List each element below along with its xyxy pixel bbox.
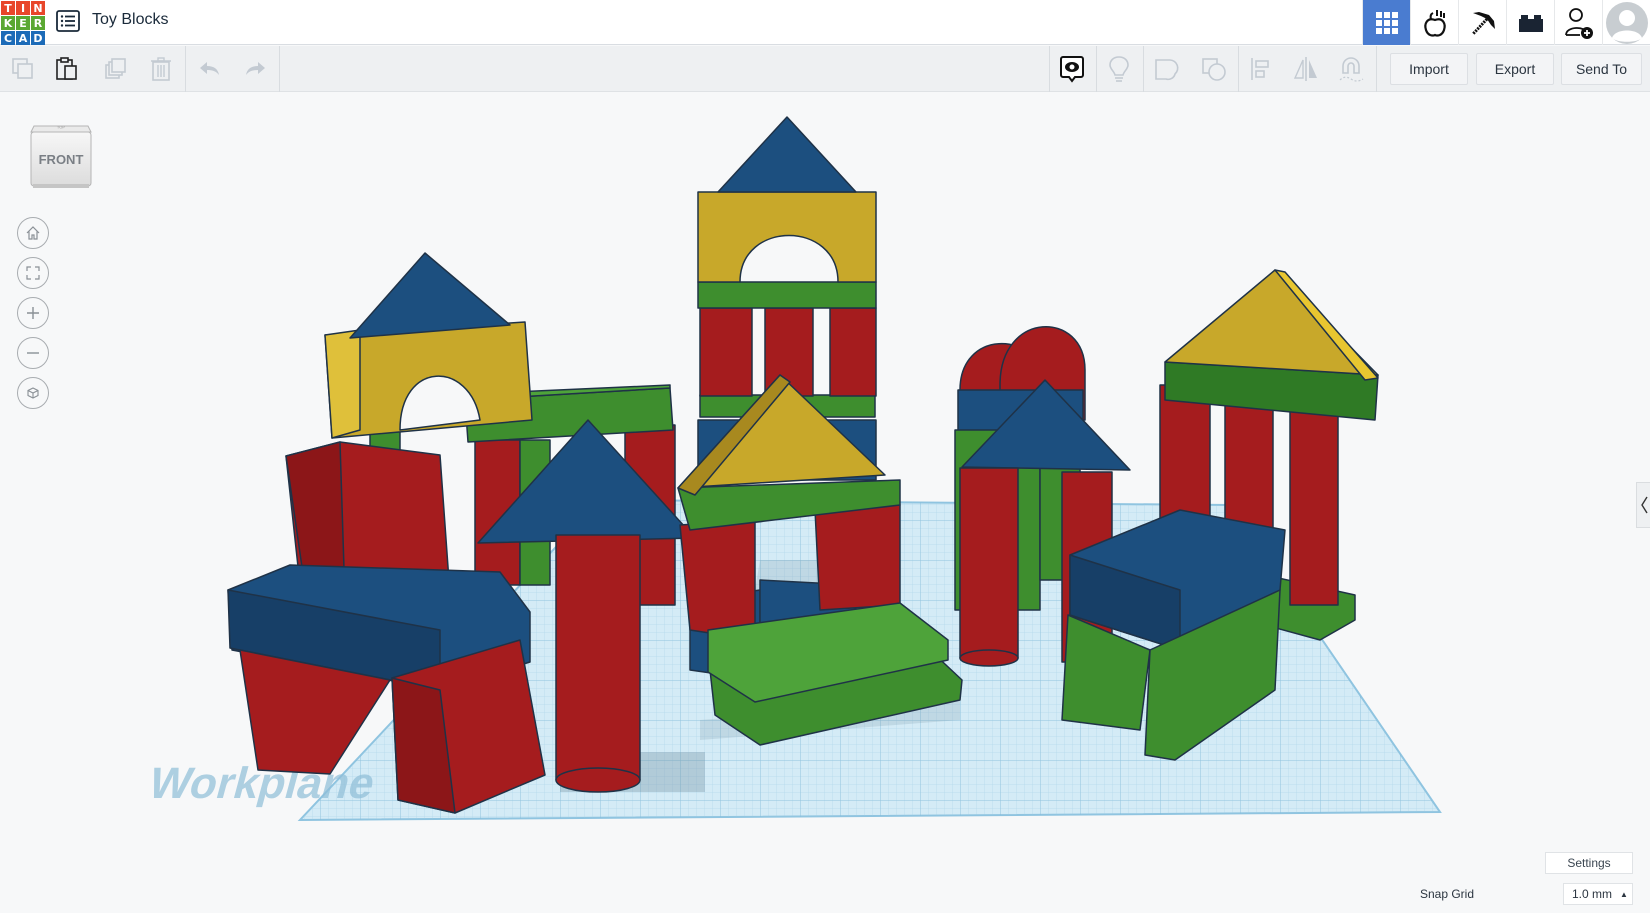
title-bar: TIN KER CAD Toy Blocks [0,0,1650,45]
codeblocks-view-button[interactable] [1410,0,1458,45]
duplicate-button[interactable] [100,53,132,85]
logo-letter: T [1,1,15,15]
logo-letter: A [16,31,30,45]
document-title[interactable]: Toy Blocks [92,11,168,29]
align-icon [1251,58,1269,80]
3d-viewport[interactable]: Workplane TOP FRONT Settings Snap Grid 1… [0,92,1650,913]
paste-button[interactable] [51,53,83,85]
brick-icon [1518,14,1543,32]
redo-icon [246,62,265,75]
group-icon [1155,59,1179,81]
logo-letter: R [31,16,45,30]
3d-design-view-button[interactable] [1362,0,1410,45]
invite-user-button[interactable] [1554,0,1602,45]
scene-canvas[interactable]: Workplane [0,92,1650,913]
caret-up-icon: ▲ [1620,889,1628,899]
view-cube-top-label: TOP [57,125,65,130]
view-switcher [1362,0,1650,45]
logo-letter: K [1,16,15,30]
avatar-icon [1605,1,1648,44]
ortho-view-icon [27,387,39,399]
show-all-button[interactable] [1056,53,1088,85]
undo-button[interactable] [194,53,226,85]
send-to-button[interactable]: Send To [1561,53,1642,85]
snap-grid-value: 1.0 mm [1572,887,1613,901]
view-cube[interactable]: TOP FRONT [30,122,92,190]
import-button[interactable]: Import [1390,53,1468,85]
minecraft-view-button[interactable] [1458,0,1506,45]
snap-grid-select[interactable]: 1.0 mm ▲ [1563,883,1633,905]
mirror-icon [1293,57,1317,81]
undo-icon [200,62,219,75]
copy-button[interactable] [7,53,39,85]
redo-button[interactable] [239,53,271,85]
ortho-view-button[interactable] [17,377,49,409]
zoom-in-button[interactable] [17,297,49,329]
settings-button[interactable]: Settings [1545,852,1633,874]
show-all-icon [1060,56,1084,83]
group-button[interactable] [1151,53,1183,85]
delete-icon [151,57,171,81]
collapse-panel-button[interactable] [1636,482,1650,528]
home-icon [26,226,40,240]
logo-letter: C [1,31,15,45]
view-cube-front-label: FRONT [39,152,84,167]
align-button[interactable] [1245,53,1277,85]
copy-icon [12,58,33,79]
edit-toolbar: Import Export Send To [0,46,1650,92]
zoom-in-icon [27,307,39,319]
logo-letter: I [16,1,30,15]
user-avatar[interactable] [1602,0,1650,45]
add-user-icon [1564,7,1593,39]
grid-icon [1375,11,1398,34]
ungroup-icon [1202,58,1226,81]
duplicate-icon [105,58,126,79]
notes-button[interactable] [1103,53,1135,85]
tinkercad-logo[interactable]: TIN KER CAD [0,0,45,45]
cruise-snap-button[interactable] [1335,53,1367,85]
view-cube-shape: TOP FRONT [30,125,92,188]
lego-bricks-view-button[interactable] [1506,0,1554,45]
lightbulb-icon [1109,56,1129,82]
fit-view-icon [26,266,40,280]
chevron-left-icon [1640,496,1648,514]
logo-letter: N [31,1,45,15]
export-button[interactable]: Export [1476,53,1554,85]
paste-icon [56,57,77,80]
delete-button[interactable] [145,53,177,85]
apple-hand-icon [1423,9,1446,37]
pickaxe-icon [1471,11,1495,35]
list-icon [56,10,80,32]
magnet-icon [1339,57,1364,82]
fit-view-button[interactable] [17,257,49,289]
design-list-button[interactable] [56,10,80,32]
snap-grid-label: Snap Grid [1419,887,1474,901]
mirror-button[interactable] [1290,53,1322,85]
zoom-out-icon [27,352,39,354]
logo-letter: E [16,16,30,30]
logo-letter: D [31,31,45,45]
ungroup-button[interactable] [1198,53,1230,85]
home-view-button[interactable] [17,217,49,249]
zoom-out-button[interactable] [17,337,49,369]
